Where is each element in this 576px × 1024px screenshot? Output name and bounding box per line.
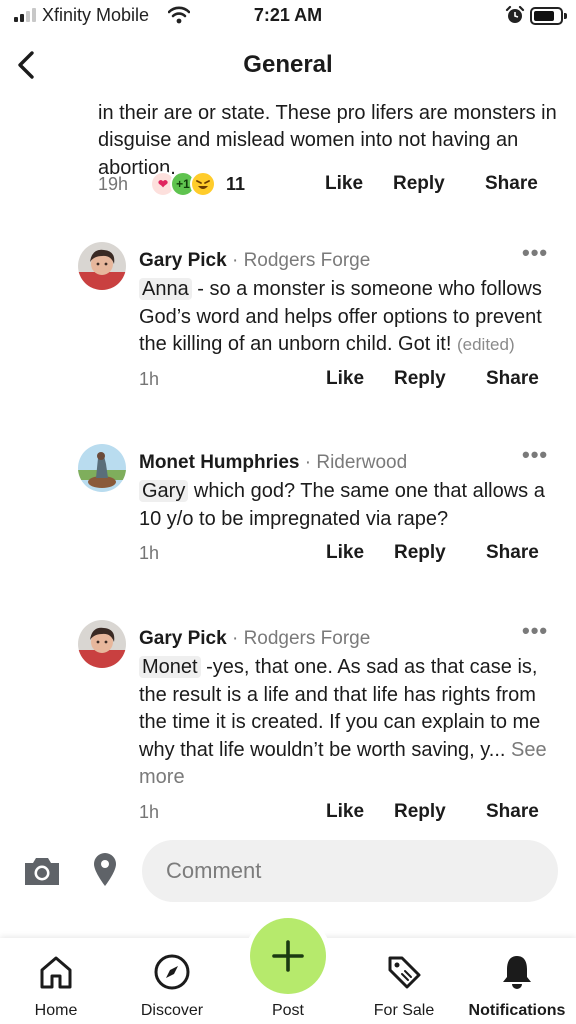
mention-tag[interactable]: Gary (139, 480, 189, 502)
like-button[interactable]: Like (326, 368, 364, 390)
comment-input[interactable] (142, 840, 558, 902)
tab-label: Post (271, 1002, 304, 1019)
post-time: 19h (98, 174, 129, 194)
more-options-icon[interactable]: ••• (522, 618, 548, 644)
reactions-summary[interactable]: ❤ +1 11 (150, 170, 260, 198)
home-icon (40, 956, 72, 989)
comment-content: Gary Pick · Rodgers Forge Anna - so a mo… (139, 248, 559, 393)
price-tag-icon (388, 956, 421, 989)
post-actions: 19h ❤ +1 11 Like Reply Share (98, 170, 558, 198)
location-pin-icon[interactable] (92, 852, 118, 888)
tab-label: Discover (140, 1002, 204, 1019)
comments-feed[interactable]: in their are or state. These pro lifers … (0, 94, 576, 836)
avatar[interactable] (78, 620, 126, 668)
author-name[interactable]: Gary Pick (139, 250, 227, 271)
comment-content: Monet Humphries · Riderwood Gary which g… (139, 450, 559, 567)
mention-tag[interactable]: Anna (139, 278, 192, 300)
battery-icon (530, 7, 567, 25)
author-name[interactable]: Monet Humphries (139, 452, 299, 473)
comment-text: Gary which god? The same one that allows… (139, 480, 545, 530)
comment-actions: 1h Like Reply Share (139, 539, 559, 567)
comment-time: 1h (139, 801, 160, 822)
bell-icon (503, 956, 531, 989)
author-location: · Rodgers Forge (231, 628, 371, 649)
tab-for-sale[interactable]: For Sale (356, 938, 452, 1024)
tab-discover[interactable]: Discover (124, 938, 220, 1024)
more-options-icon[interactable]: ••• (522, 442, 548, 468)
reply-button[interactable]: Reply (394, 542, 446, 564)
reply-button[interactable]: Reply (394, 368, 446, 390)
comment-actions: 1h Like Reply Share (139, 798, 559, 826)
post-button[interactable] (250, 918, 326, 994)
avatar[interactable] (78, 444, 126, 492)
comment-actions: 1h Like Reply Share (139, 365, 559, 393)
mention-tag[interactable]: Monet (139, 656, 201, 678)
post-body: in their are or state. These pro lifers … (98, 94, 558, 197)
comment-time: 1h (139, 543, 160, 563)
comment-time: 1h (139, 368, 160, 389)
reply-button[interactable]: Reply (394, 801, 446, 823)
like-button[interactable]: Like (326, 542, 364, 564)
status-time: 7:21 AM (253, 5, 323, 25)
tab-label: Notifications (468, 1002, 566, 1019)
plus-icon (272, 940, 304, 972)
like-button[interactable]: Like (325, 173, 363, 195)
share-button[interactable]: Share (486, 542, 539, 564)
author-location: · Riderwood (304, 452, 408, 473)
status-bar: Xfinity Mobile 7:21 AM (0, 0, 576, 34)
reply-button[interactable]: Reply (393, 173, 445, 195)
laugh-reaction-icon (190, 171, 216, 197)
tab-label: Home (34, 1002, 78, 1019)
camera-icon[interactable] (22, 854, 62, 888)
comment-text: Monet -yes, that one. As sad as that cas… (139, 656, 547, 788)
like-button[interactable]: Like (326, 801, 364, 823)
more-options-icon[interactable]: ••• (522, 240, 548, 266)
compass-icon (154, 954, 190, 990)
tab-label: For Sale (373, 1002, 435, 1019)
reaction-count: 11 (226, 174, 246, 194)
page-title: General (243, 51, 333, 78)
comment-composer (0, 836, 576, 910)
header: General (0, 36, 576, 94)
cut-off-line (98, 94, 558, 100)
share-button[interactable]: Share (486, 801, 539, 823)
comment-text: Anna - so a monster is someone who follo… (139, 278, 542, 355)
tab-notifications[interactable]: Notifications (462, 938, 572, 1024)
avatar[interactable] (78, 242, 126, 290)
edited-label: (edited) (456, 335, 515, 354)
comment-content: Gary Pick · Rodgers Forge Monet -yes, th… (139, 626, 559, 826)
alarm-icon (505, 5, 525, 23)
share-button[interactable]: Share (486, 368, 539, 390)
share-button[interactable]: Share (485, 173, 538, 195)
author-name[interactable]: Gary Pick (139, 628, 227, 649)
tab-home[interactable]: Home (8, 938, 104, 1024)
author-location: · Rodgers Forge (231, 250, 371, 271)
